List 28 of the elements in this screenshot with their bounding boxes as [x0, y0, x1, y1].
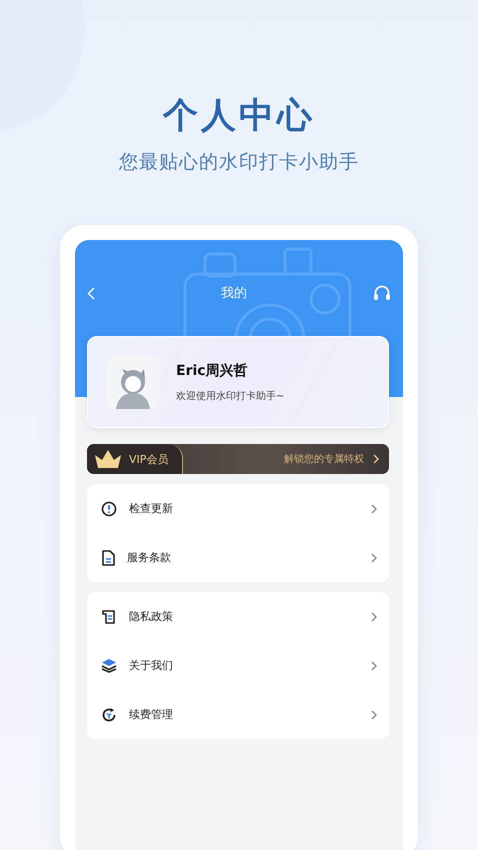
menu-item[interactable]: 检查更新: [87, 484, 389, 533]
headset-icon[interactable]: [373, 284, 391, 302]
alert-circle-icon: [101, 500, 117, 516]
avatar-icon: [106, 355, 160, 409]
vip-action-text: 解锁您的专属特权: [284, 452, 364, 466]
menu-item[interactable]: 隐私政策: [87, 592, 389, 641]
menu-item[interactable]: 续费管理: [87, 690, 389, 739]
chevron-right-icon: [371, 504, 377, 514]
chevron-right-icon: [371, 612, 377, 622]
document-icon: [101, 550, 115, 566]
back-icon[interactable]: [87, 286, 95, 300]
vip-banner[interactable]: VIP会员 解锁您的专属特权: [87, 444, 389, 474]
promo-title: 个人中心: [163, 95, 315, 138]
chevron-right-icon: [371, 660, 377, 670]
chevron-right-icon: [371, 552, 377, 562]
welcome-text: 欢迎使用水印打卡助手~: [176, 390, 284, 402]
crown-icon: [93, 449, 123, 469]
page-title: 我的: [221, 285, 247, 302]
chevron-right-icon: [371, 710, 377, 720]
user-name: Eric周兴哲: [176, 362, 249, 380]
scroll-icon: [101, 608, 117, 624]
menu-item[interactable]: 关于我们: [87, 641, 389, 690]
menu-item[interactable]: 服务条款: [87, 533, 389, 582]
chevron-right-icon: [373, 454, 379, 464]
refresh-icon: [101, 706, 117, 722]
layers-icon: [101, 658, 117, 673]
vip-label: VIP会员: [129, 452, 168, 466]
promo-subtitle: 您最贴心的水印打卡小助手: [119, 150, 359, 175]
